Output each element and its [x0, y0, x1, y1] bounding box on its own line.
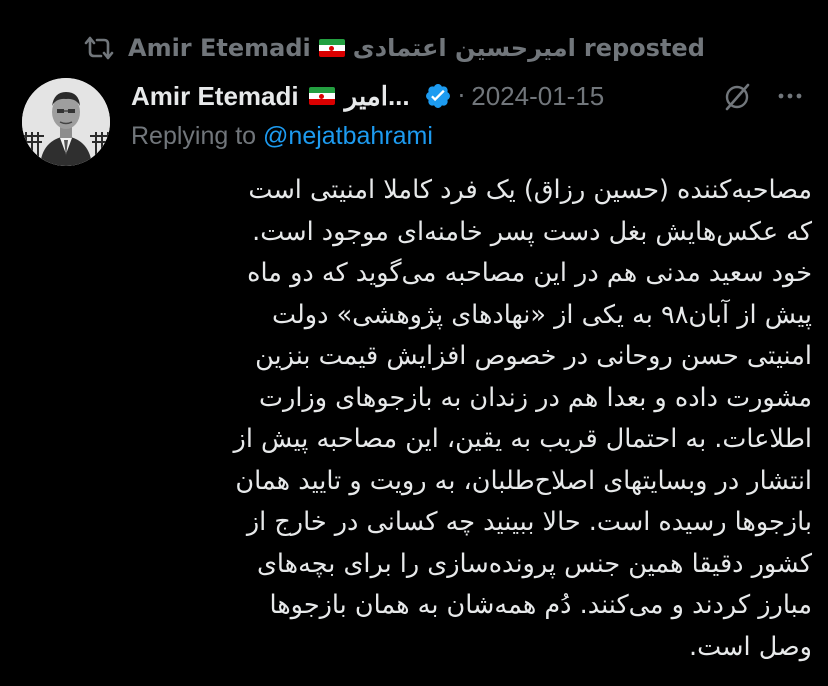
- more-icon[interactable]: [776, 86, 804, 106]
- repost-icon: [82, 33, 116, 63]
- author-display-name-fa[interactable]: امیر...: [345, 81, 410, 112]
- author-display-name[interactable]: Amir Etemadi: [131, 81, 299, 112]
- tweet-text-line: اطلاعات. به احتمال قریب به یقین، این مصا…: [233, 424, 812, 454]
- tweet-text-line: مبارز کردند و می‌کنند. دُم همه‌شان به هم…: [269, 590, 812, 620]
- tweet-header: Amir Etemadi امیر... · 2024-01-15: [131, 76, 604, 116]
- iran-flag-icon: [318, 39, 345, 57]
- verified-badge-icon: [425, 84, 450, 108]
- reply-context: Replying to @nejatbahrami: [131, 122, 433, 158]
- tweet-text-line: امنیتی حسن روحانی در خصوص افزایش قیمت بن…: [255, 341, 812, 371]
- grok-icon[interactable]: [722, 82, 752, 112]
- avatar[interactable]: [22, 78, 110, 166]
- separator-dot: ·: [457, 82, 466, 110]
- repost-name-fa[interactable]: امیرحسین اعتمادی: [353, 34, 576, 62]
- repost-name[interactable]: Amir Etemadi: [128, 34, 311, 62]
- iran-flag-icon: [308, 87, 335, 105]
- tweet-text-line: کشور دقیقا همین جنس پرونده‌سازی را برای …: [256, 548, 812, 579]
- repost-context[interactable]: Amir Etemadi امیرحسین اعتمادی reposted: [82, 30, 705, 66]
- reply-prefix: Replying to: [131, 122, 257, 150]
- tweet-text: مصاحبه‌کننده (حسین رزاق) یک فرد کاملا ام…: [120, 170, 812, 668]
- reply-handle-link[interactable]: @nejatbahrami: [263, 122, 433, 150]
- tweet[interactable]: Amir Etemadi امیرحسین اعتمادی reposted A…: [0, 0, 828, 686]
- repost-suffix: reposted: [583, 34, 705, 62]
- tweet-text-line: بازجوها رسیده است. حالا ببینید چه کسانی …: [246, 507, 812, 537]
- tweet-text-line: که عکس‌هایش بغل دست پسر خامنه‌ای موجود ا…: [252, 216, 812, 247]
- tweet-text-line: وصل است.: [689, 631, 812, 662]
- tweet-text-line: خود سعید مدنی هم در این مصاحبه می‌گوید ک…: [247, 258, 812, 288]
- tweet-text-line: مشورت داده و بعدا هم در زندان به بازجوها…: [259, 382, 812, 413]
- tweet-text-line: انتشار در وبسایتهای اصلاح‌طلبان، به رویت…: [235, 465, 812, 496]
- tweet-date[interactable]: 2024-01-15: [471, 81, 604, 112]
- tweet-text-line: پیش از آبان۹۸ به یکی از «نهادهای پژوهشی»…: [272, 299, 812, 330]
- tweet-text-line: مصاحبه‌کننده (حسین رزاق) یک فرد کاملا ام…: [248, 175, 812, 205]
